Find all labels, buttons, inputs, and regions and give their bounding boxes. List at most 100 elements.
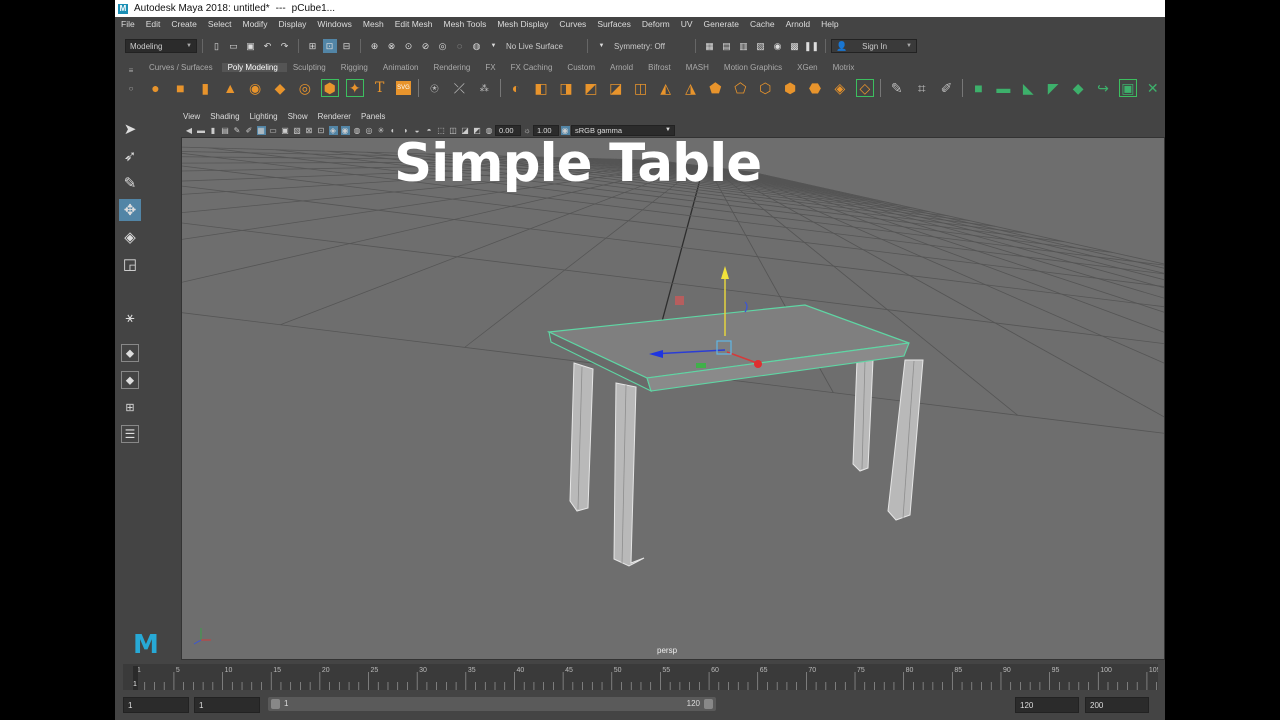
shelf-tab-custom[interactable]: Custom xyxy=(561,63,604,72)
grease-pencil-icon[interactable]: ✐ xyxy=(245,126,254,135)
menu-select[interactable]: Select xyxy=(208,19,232,29)
super-shape-icon[interactable]: ✦ xyxy=(345,79,364,97)
xray-components-icon[interactable]: ◩ xyxy=(473,126,482,135)
shelf-tab-motion-graphics[interactable]: Motion Graphics xyxy=(718,63,791,72)
snap-grid-icon[interactable]: ⊕ xyxy=(368,39,382,53)
animation-end-field[interactable]: 200 xyxy=(1085,697,1149,713)
poly-disc-icon[interactable]: ◎ xyxy=(296,79,314,97)
outliner-layout-icon[interactable]: ☰ xyxy=(121,425,139,443)
uv-editor-icon[interactable]: ⤫ xyxy=(450,79,468,97)
motion-blur-icon[interactable]: ◒ xyxy=(413,126,422,135)
poke-icon[interactable]: ↪ xyxy=(1094,79,1112,97)
gamma-icon[interactable]: ☼ xyxy=(523,126,532,135)
lights-icon[interactable]: ✳ xyxy=(377,126,386,135)
ambient-occlusion-icon[interactable]: ◑ xyxy=(401,126,410,135)
menu-deform[interactable]: Deform xyxy=(642,19,670,29)
multi-cut-icon[interactable]: ✎ xyxy=(888,79,906,97)
save-scene-icon[interactable]: ▣ xyxy=(244,39,258,53)
menu-help[interactable]: Help xyxy=(821,19,838,29)
exposure-icon[interactable]: ◍ xyxy=(485,126,494,135)
poly-torus-icon[interactable]: ◉ xyxy=(246,79,264,97)
poly-text-icon[interactable]: T xyxy=(371,79,389,97)
render-settings-icon[interactable]: ▧ xyxy=(754,39,768,53)
xray-icon[interactable]: ◫ xyxy=(449,126,458,135)
2d-pan-icon[interactable]: ✎ xyxy=(233,126,242,135)
four-view-layout-icon[interactable]: ⊞ xyxy=(121,398,139,416)
uv-sphere-icon[interactable]: ⍟ xyxy=(425,79,443,97)
extrude-icon[interactable]: ■ xyxy=(970,79,988,97)
menu-surfaces[interactable]: Surfaces xyxy=(597,19,631,29)
smooth-icon[interactable]: ◪ xyxy=(607,79,625,97)
shelf-tab-arnold[interactable]: Arnold xyxy=(604,63,642,72)
fill-hole-icon[interactable]: ◮ xyxy=(682,79,700,97)
poly-cube-icon[interactable]: ■ xyxy=(171,79,189,97)
menu-edit-mesh[interactable]: Edit Mesh xyxy=(395,19,433,29)
new-scene-icon[interactable]: ▯ xyxy=(210,39,224,53)
grid-icon[interactable]: ▦ xyxy=(256,125,266,135)
select-tool-icon[interactable]: ➤ xyxy=(119,118,141,140)
snap-curve-icon[interactable]: ⊗ xyxy=(385,39,399,53)
bridge-edge-icon[interactable]: ◣ xyxy=(1019,79,1037,97)
shelf-tab-mash[interactable]: MASH xyxy=(680,63,718,72)
last-tool-icon[interactable]: ⚹ xyxy=(119,306,141,328)
move-tool-icon[interactable]: ✥ xyxy=(119,199,141,221)
platonic-solid-icon[interactable]: ⬢ xyxy=(320,79,339,97)
bookmark-icon[interactable]: ▮ xyxy=(209,126,218,135)
shelf-tab-fx[interactable]: FX xyxy=(479,63,504,72)
textured-icon[interactable]: ◎ xyxy=(365,126,374,135)
shelf-tab-sculpting[interactable]: Sculpting xyxy=(287,63,335,72)
menu-mesh[interactable]: Mesh xyxy=(363,19,384,29)
triangulate-icon[interactable]: ◈ xyxy=(831,79,849,97)
redo-icon[interactable]: ↷ xyxy=(278,39,292,53)
range-end-handle[interactable] xyxy=(704,699,713,709)
panel-menu-panels[interactable]: Panels xyxy=(361,112,385,121)
menu-windows[interactable]: Windows xyxy=(317,19,351,29)
shelf-tab-fx-caching[interactable]: FX Caching xyxy=(505,63,562,72)
edge-loop-icon[interactable]: ⌗ xyxy=(913,79,931,97)
poly-cone-icon[interactable]: ▲ xyxy=(221,79,239,97)
color-space-dropdown[interactable]: sRGB gamma ▼ xyxy=(571,124,675,136)
single-perspective-layout-icon[interactable]: ⬥ xyxy=(121,344,139,362)
menu-create[interactable]: Create xyxy=(171,19,197,29)
shelf-tab-animation[interactable]: Animation xyxy=(377,63,428,72)
chevron-down-icon[interactable]: ▼ xyxy=(595,39,609,53)
playback-end-field[interactable]: 120 xyxy=(1015,697,1079,713)
menu-modify[interactable]: Modify xyxy=(243,19,268,29)
snap-view-icon[interactable]: ⊘ xyxy=(419,39,433,53)
symmetry-field[interactable]: Symmetry: Off xyxy=(610,39,690,53)
anti-aliasing-icon[interactable]: ◓ xyxy=(425,126,434,135)
menu-file[interactable]: File xyxy=(121,19,135,29)
menu-generate[interactable]: Generate xyxy=(704,19,739,29)
ipr-render-icon[interactable]: ▥ xyxy=(737,39,751,53)
range-slider[interactable]: 1 120 xyxy=(268,697,716,711)
camera-attributes-icon[interactable]: ▬ xyxy=(197,126,206,135)
wireframe-on-shaded-icon[interactable]: ◍ xyxy=(353,126,362,135)
connect-icon[interactable]: ✕ xyxy=(1144,79,1162,97)
average-vertices-icon[interactable]: ◫ xyxy=(632,79,650,97)
combine-icon[interactable]: ◐ xyxy=(507,79,525,97)
wedge-icon[interactable]: ◆ xyxy=(1069,79,1087,97)
shelf-tab-bifrost[interactable]: Bifrost xyxy=(642,63,680,72)
smooth-shade-icon[interactable]: ◉ xyxy=(340,125,350,135)
poly-cylinder-icon[interactable]: ▮ xyxy=(196,79,214,97)
boolean-icon[interactable]: ◩ xyxy=(582,79,600,97)
pause-icon[interactable]: ❚❚ xyxy=(804,39,819,53)
menu-uv[interactable]: UV xyxy=(681,19,693,29)
playback-start-field[interactable]: 1 xyxy=(194,697,260,713)
target-weld-icon[interactable]: ✐ xyxy=(938,79,956,97)
gamma-field[interactable]: 1.00 xyxy=(533,124,559,136)
panel-menu-shading[interactable]: Shading xyxy=(210,112,239,121)
time-slider[interactable]: 1 5 10 15 20 25 30 35 40 45 50 55 60 65 70 75 80 85 90 95 10… xyxy=(123,664,1158,690)
live-surface-field[interactable]: No Live Surface xyxy=(502,39,582,53)
extract-icon[interactable]: ◨ xyxy=(557,79,575,97)
remesh-icon[interactable]: ⬡ xyxy=(756,79,774,97)
shelf-options[interactable]: ≡ ○ xyxy=(125,62,137,100)
lasso-tool-icon[interactable]: ➶ xyxy=(119,145,141,167)
render-current-icon[interactable]: ▦ xyxy=(703,39,717,53)
menu-cache[interactable]: Cache xyxy=(750,19,775,29)
shadows-icon[interactable]: ◐ xyxy=(389,126,398,135)
shelf-tab-rigging[interactable]: Rigging xyxy=(335,63,377,72)
exposure-field[interactable]: 0.00 xyxy=(495,124,521,136)
range-start-handle[interactable] xyxy=(271,699,280,709)
shelf-tab-curves-surfaces[interactable]: Curves / Surfaces xyxy=(143,63,222,72)
